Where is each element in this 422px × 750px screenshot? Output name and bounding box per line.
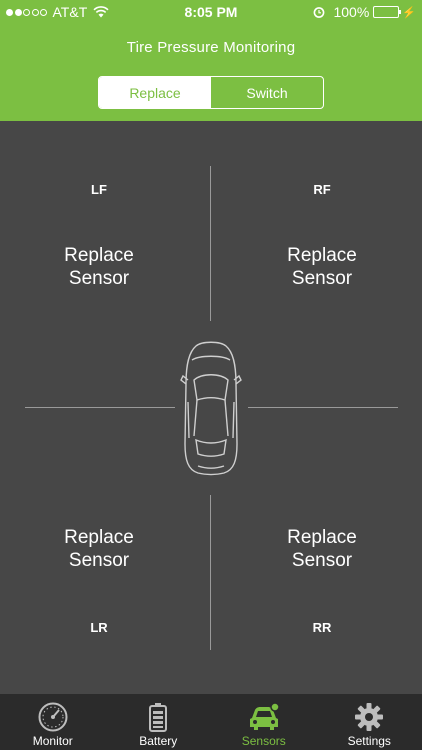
replace-sensor-rr-line1: Replace — [287, 527, 357, 548]
replace-sensor-rf[interactable]: Replace Sensor — [242, 244, 402, 290]
tab-monitor[interactable]: Monitor — [0, 694, 106, 750]
replace-sensor-lf-line2: Sensor — [68, 268, 130, 289]
replace-sensor-lr-line2: Sensor — [68, 550, 130, 571]
gear-icon — [354, 700, 384, 734]
car-sensor-icon — [247, 700, 281, 734]
divider-left — [25, 407, 175, 408]
tab-settings[interactable]: Settings — [317, 694, 422, 750]
tab-battery-label: Battery — [139, 734, 178, 748]
replace-sensor-lf-line1: Replace — [64, 245, 134, 266]
tab-sensors-label: Sensors — [241, 734, 286, 748]
position-label-lf: LF — [91, 182, 107, 197]
page-title: Tire Pressure Monitoring — [126, 39, 296, 56]
divider-right — [248, 407, 398, 408]
mode-segmented-control: Replace Switch — [98, 76, 324, 109]
replace-sensor-lr[interactable]: Replace Sensor — [19, 526, 179, 572]
segment-switch[interactable]: Switch — [211, 77, 323, 108]
divider-top — [210, 166, 211, 321]
position-label-rr: RR — [312, 620, 332, 635]
tab-monitor-label: Monitor — [32, 734, 73, 748]
alarm-icon — [314, 7, 325, 18]
sensor-diagram: LF RF Replace Sensor Replace Sensor Repl… — [0, 121, 422, 694]
charging-bolt-icon: ⚡ — [402, 6, 416, 19]
battery-icon — [148, 700, 168, 734]
position-label-lr: LR — [90, 620, 108, 635]
status-bar: AT&T 8:05 PM 100% ⚡ — [0, 0, 422, 24]
replace-sensor-rf-line2: Sensor — [291, 268, 353, 289]
tab-battery[interactable]: Battery — [106, 694, 212, 750]
car-top-view-icon — [180, 341, 242, 476]
replace-sensor-rr-line2: Sensor — [291, 550, 353, 571]
replace-sensor-rr[interactable]: Replace Sensor — [242, 526, 402, 572]
segment-replace[interactable]: Replace — [99, 77, 211, 108]
position-label-rf: RF — [313, 182, 331, 197]
speedometer-icon — [37, 700, 69, 734]
battery-percent: 100% — [333, 4, 370, 20]
tab-settings-label: Settings — [347, 734, 391, 748]
replace-sensor-lr-line1: Replace — [64, 527, 134, 548]
divider-bottom — [210, 495, 211, 650]
tab-bar: Monitor Battery Sensors Settings — [0, 694, 422, 750]
replace-sensor-rf-line1: Replace — [287, 245, 357, 266]
replace-sensor-lf[interactable]: Replace Sensor — [19, 244, 179, 290]
battery-status-icon — [373, 6, 402, 18]
status-right: 100% ⚡ — [313, 4, 416, 20]
header: AT&T 8:05 PM 100% ⚡ Tire Pressure Monito… — [0, 0, 422, 121]
tab-sensors[interactable]: Sensors — [211, 694, 317, 750]
